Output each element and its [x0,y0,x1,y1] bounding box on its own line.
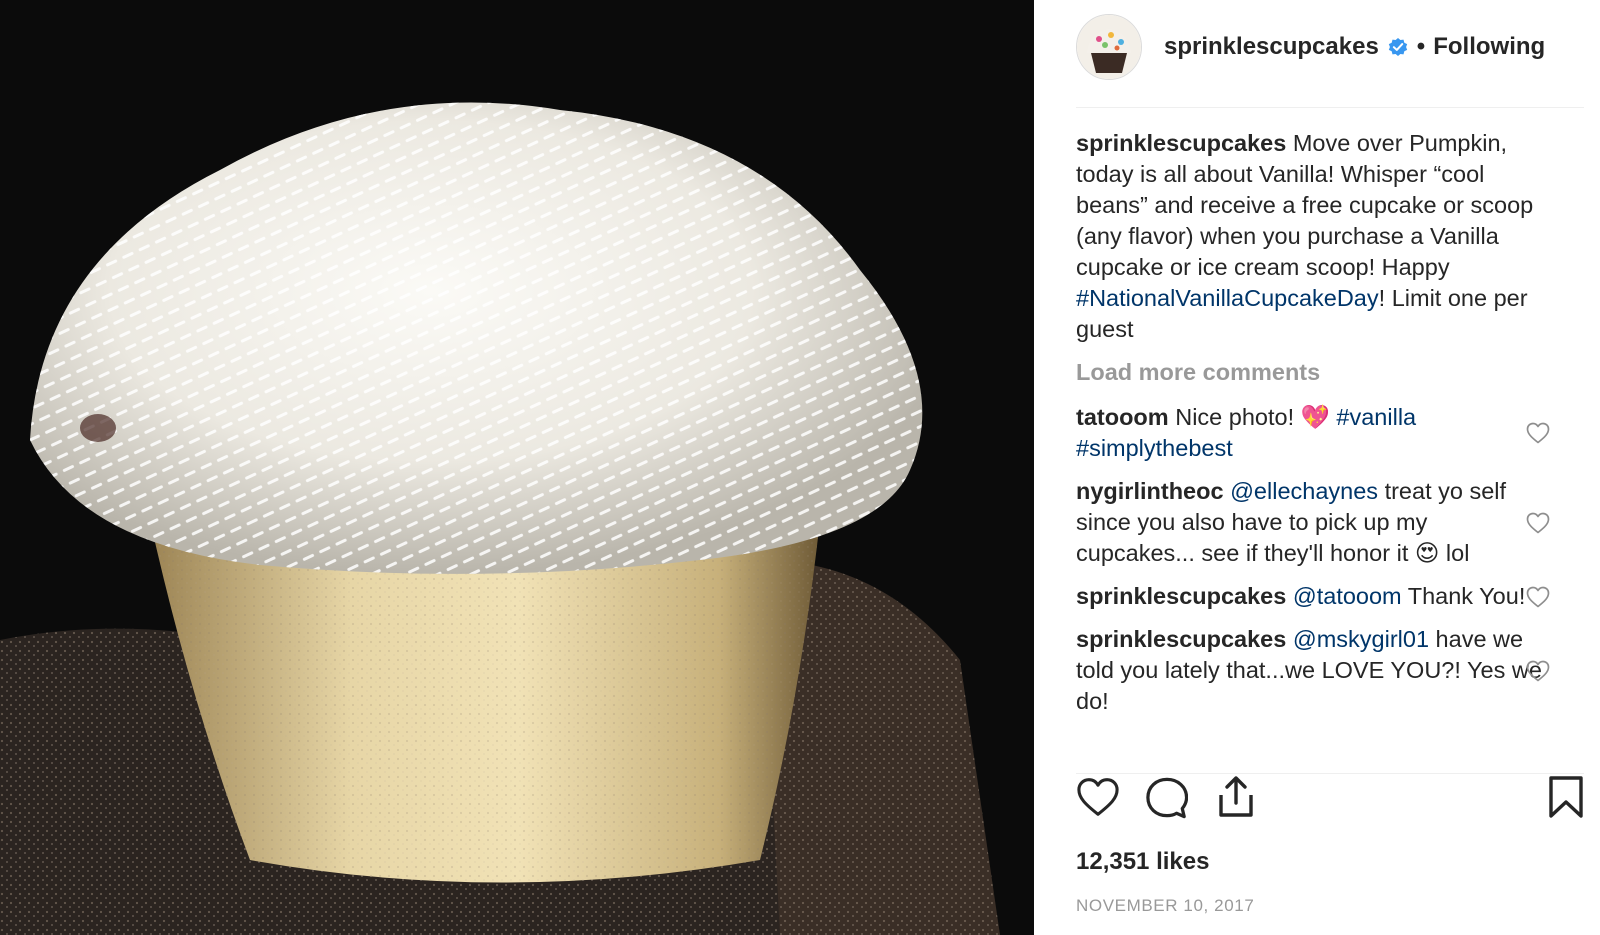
share-icon[interactable] [1216,775,1256,819]
actions-divider [1076,773,1584,774]
avatar-cupcake-icon [1077,15,1141,79]
mention-link[interactable]: @mskygirl01 [1293,626,1429,652]
emoji: 😍 [1414,540,1440,566]
small-heart-icon[interactable] [1526,660,1550,682]
following-button[interactable]: Following [1433,33,1545,61]
comment-username[interactable]: sprinklescupcakes [1076,583,1286,609]
small-heart-icon[interactable] [1526,512,1550,534]
comment-username[interactable]: nygirlintheoc [1076,478,1224,504]
bookmark-icon[interactable] [1548,775,1584,819]
comment-text: lol [1439,540,1470,566]
comments-section[interactable]: sprinklescupcakes Move over Pumpkin, tod… [1076,128,1596,773]
post-caption: sprinklescupcakes Move over Pumpkin, tod… [1076,128,1551,345]
post-date[interactable]: NOVEMBER 10, 2017 [1076,896,1254,916]
likes-count[interactable]: 12,351 likes [1076,848,1209,876]
mention-link[interactable]: @tatooom [1293,583,1402,609]
small-heart-icon[interactable] [1526,422,1550,444]
emoji: 💖 [1300,404,1330,430]
comment-list: tatooom Nice photo! 💖 #vanilla #simplyth… [1076,402,1596,717]
small-heart-icon[interactable] [1526,586,1550,608]
post-author-username[interactable]: sprinklescupcakes [1164,33,1379,61]
hashtag-link[interactable]: #vanilla [1336,404,1416,430]
comment-bubble-icon[interactable] [1146,777,1188,819]
load-more-comments-button[interactable]: Load more comments [1076,357,1596,388]
comment-username[interactable]: sprinklescupcakes [1076,626,1286,652]
header-divider [1076,107,1584,108]
heart-icon[interactable] [1076,777,1120,817]
comment-text: Nice photo! [1175,404,1301,430]
post-actions [1076,775,1586,825]
caption-username[interactable]: sprinklescupcakes [1076,130,1286,156]
comment-item: tatooom Nice photo! 💖 #vanilla #simplyth… [1076,402,1550,464]
post-header: sprinklescupcakes • Following [1076,14,1576,80]
avatar[interactable] [1076,14,1142,80]
comment-item: sprinklescupcakes @tatooom Thank You! [1076,581,1550,612]
hashtag-link[interactable]: #simplythebest [1076,435,1233,461]
comment-text: Thank You! [1401,583,1526,609]
comment-item: nygirlintheoc @ellechaynes treat yo self… [1076,476,1550,569]
cupcake-photo-illustration [0,0,1034,935]
verified-badge-icon [1388,38,1407,56]
post-photo[interactable] [0,0,1034,935]
mention-link[interactable]: @ellechaynes [1230,478,1378,504]
comment-item: sprinklescupcakes @mskygirl01 have we to… [1076,624,1550,717]
header-separator-dot: • [1416,33,1426,60]
post-details-panel: sprinklescupcakes • Following sprinklesc… [1034,0,1600,935]
comment-username[interactable]: tatooom [1076,404,1169,430]
caption-hashtag[interactable]: #NationalVanillaCupcakeDay [1076,285,1379,311]
